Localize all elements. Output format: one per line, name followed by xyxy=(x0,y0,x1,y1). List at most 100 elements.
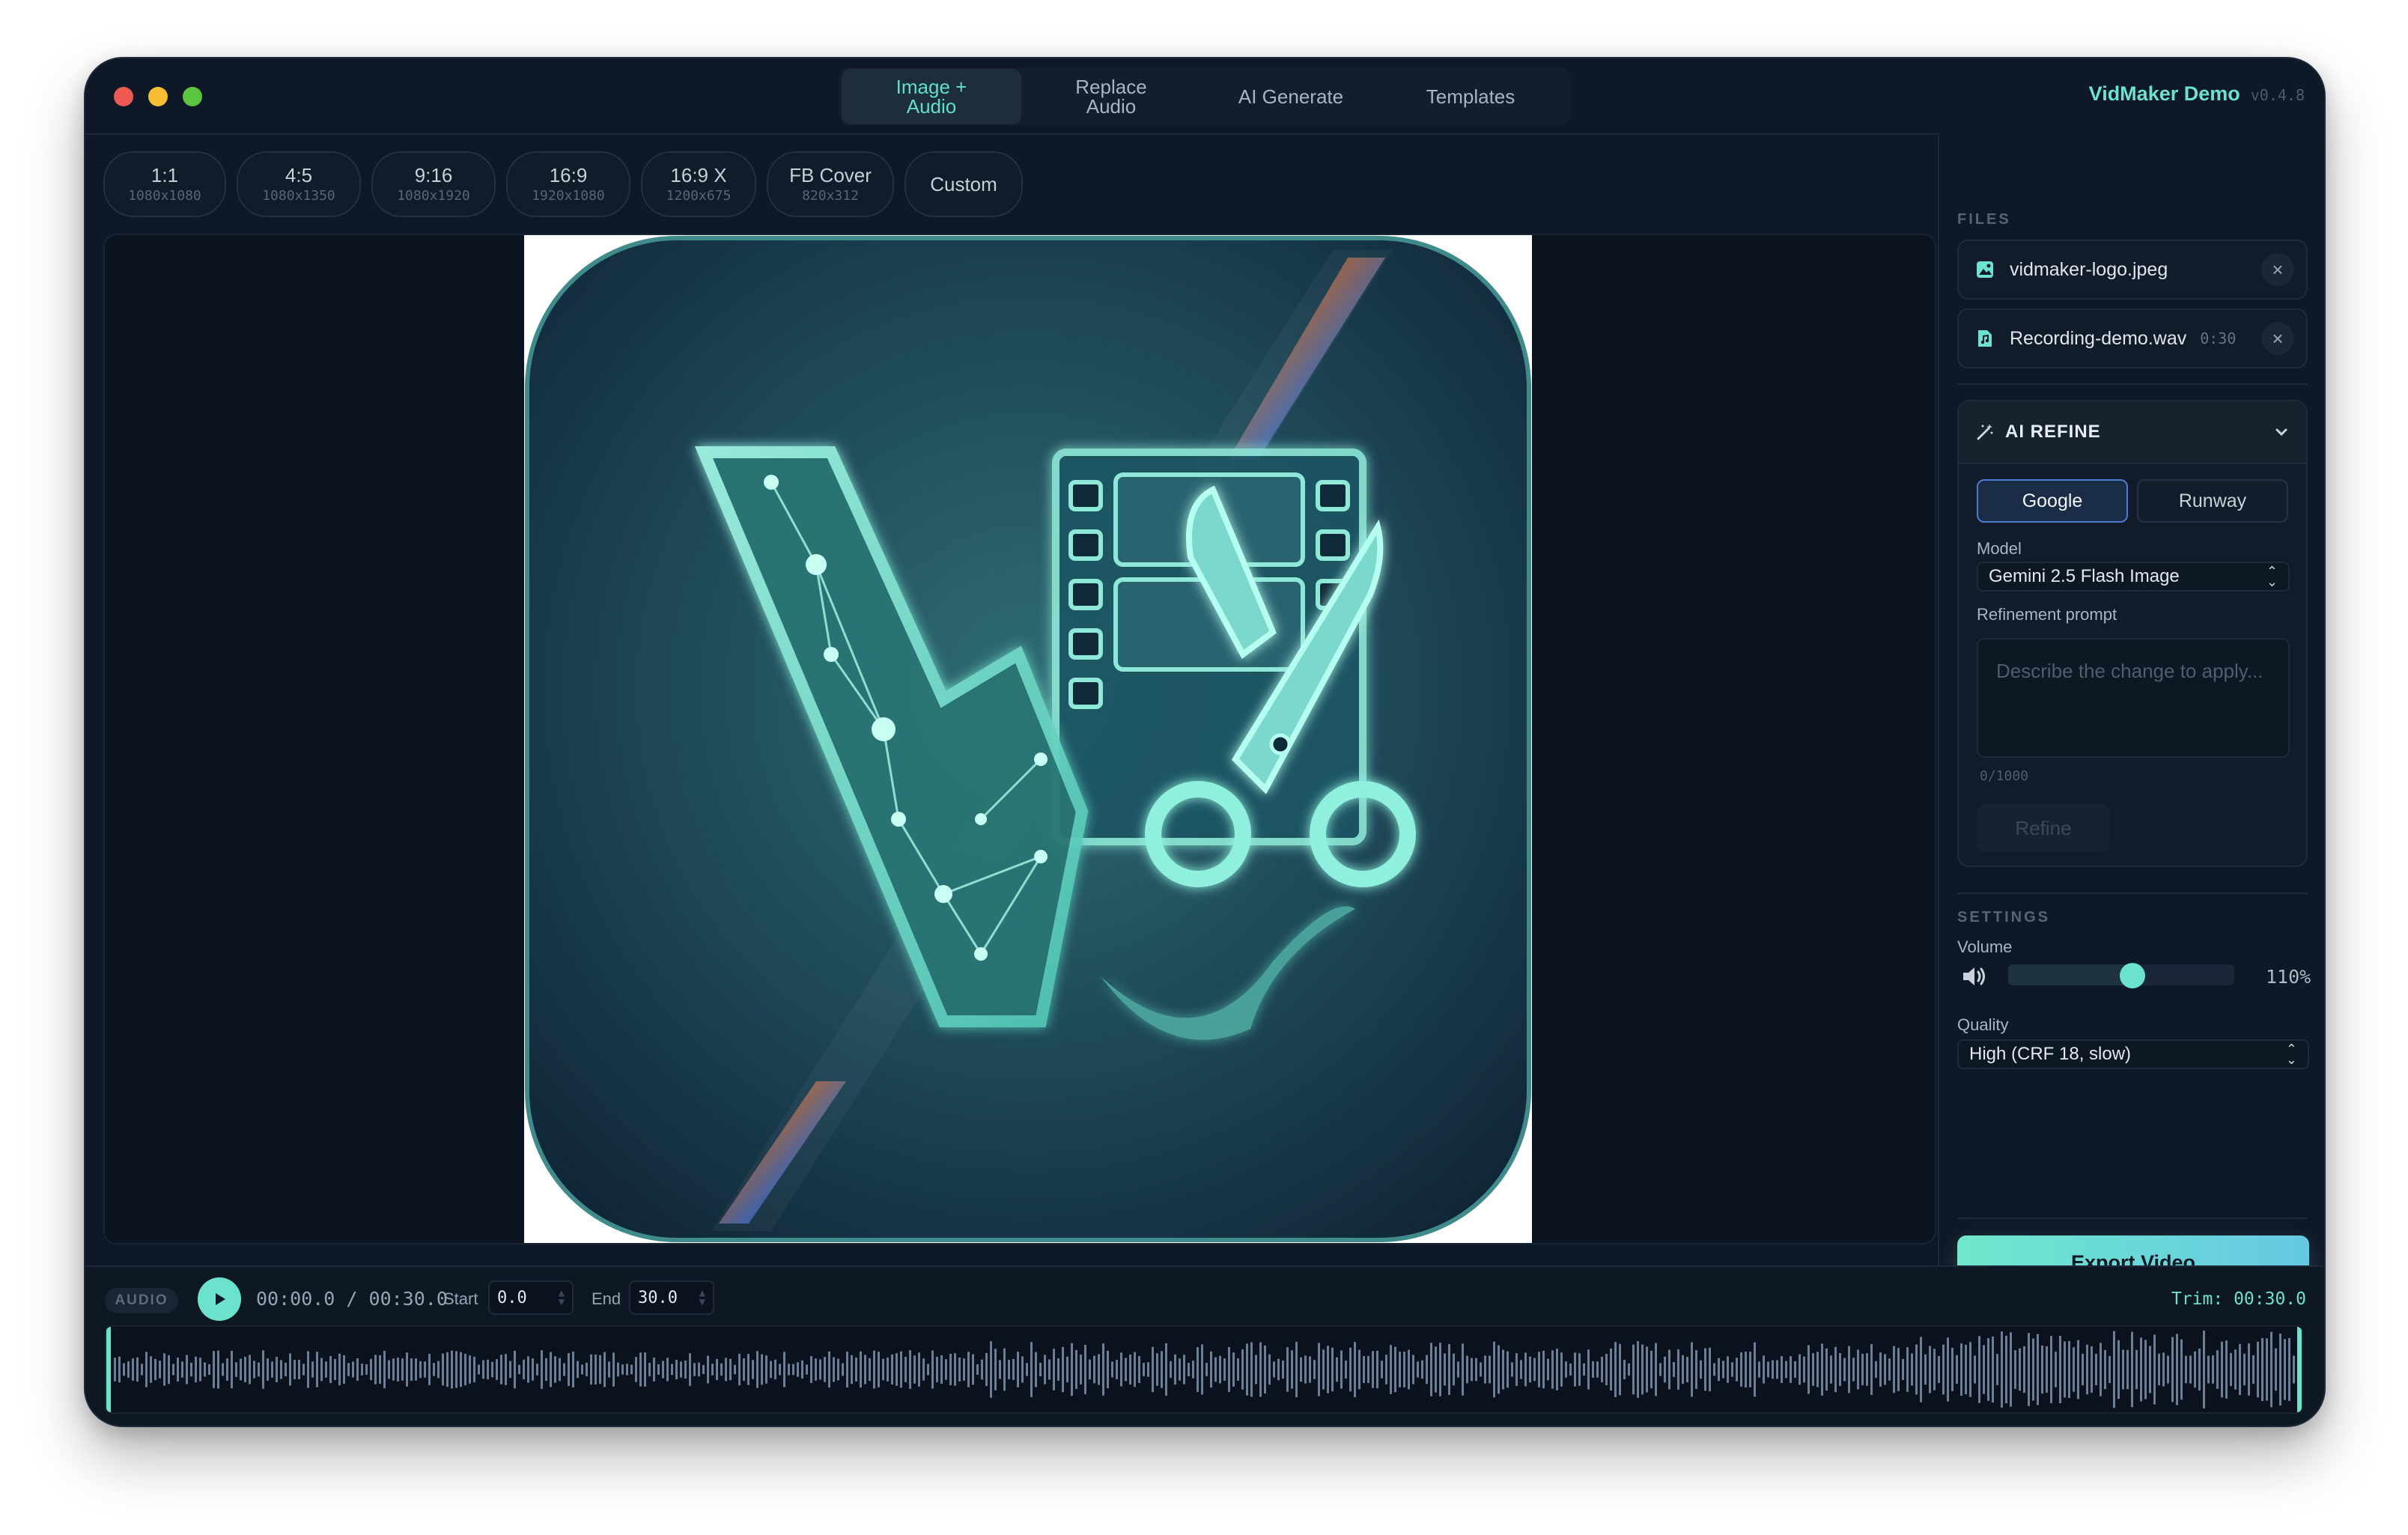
waveform-bar xyxy=(1529,1356,1531,1383)
quality-select[interactable]: High (CRF 18, slow) ⌃ ⌄ xyxy=(1957,1039,2309,1069)
ratio-label: 1:1 xyxy=(150,164,179,186)
tab-ai-generate[interactable]: AI Generate xyxy=(1201,69,1381,124)
waveform-bar xyxy=(1969,1342,1971,1397)
ratio-16-9-button[interactable]: 16:9 1920x1080 xyxy=(506,151,630,217)
waveform-bar xyxy=(873,1350,875,1389)
waveform-bar xyxy=(1385,1355,1387,1384)
waveform-bar xyxy=(1745,1352,1747,1387)
waveform-bar xyxy=(1709,1347,1711,1392)
waveform-bar xyxy=(1583,1363,1585,1376)
audio-timeline: AUDIO 00:00.0 / 00:30.0 Start 0.0 ▲ ▼ End… xyxy=(85,1265,2324,1426)
waveform-bar xyxy=(878,1352,880,1387)
refinement-prompt-input[interactable]: Describe the change to apply... xyxy=(1977,638,2290,758)
file-item[interactable]: vidmaker-logo.jpeg × xyxy=(1957,240,2308,300)
ratio-9-16-button[interactable]: 9:16 1080x1920 xyxy=(371,151,496,217)
spinner-icon[interactable]: ▲ ▼ xyxy=(559,1288,565,1307)
waveform-bar xyxy=(1439,1343,1441,1396)
waveform-bar xyxy=(446,1352,449,1387)
volume-slider-thumb[interactable] xyxy=(2120,963,2146,988)
waveform-bar xyxy=(774,1359,776,1380)
ratio-label: 16:9 X xyxy=(670,164,727,186)
waveform-bar xyxy=(177,1358,179,1382)
waveform-bar xyxy=(1713,1363,1715,1376)
waveform-bar xyxy=(702,1364,705,1375)
ratio-custom-button[interactable]: Custom xyxy=(904,151,1023,217)
waveform-bar xyxy=(927,1364,929,1376)
waveform-bar xyxy=(1268,1354,1271,1385)
play-button[interactable] xyxy=(198,1277,241,1321)
waveform-bar xyxy=(1929,1346,1931,1393)
waveform-bar xyxy=(1668,1349,1670,1390)
waveform-bar xyxy=(1138,1356,1140,1383)
ratio-16-9-x-button[interactable]: 16:9 X 1200x675 xyxy=(641,151,756,217)
waveform-bar xyxy=(316,1352,318,1387)
refine-button[interactable]: Refine xyxy=(1977,804,2110,852)
waveform-bar xyxy=(1381,1361,1383,1379)
waveform-bar xyxy=(132,1358,134,1381)
waveform-bar xyxy=(1493,1341,1495,1398)
waveform-bar xyxy=(433,1363,435,1376)
image-file-icon xyxy=(1977,261,1993,278)
waveform-bar xyxy=(2126,1349,2129,1390)
waveform-bar xyxy=(1610,1348,1612,1391)
close-icon[interactable]: × xyxy=(2261,322,2294,355)
waveform-bar xyxy=(2198,1348,2201,1391)
waveform-bar xyxy=(1412,1355,1414,1384)
waveform-bar xyxy=(612,1352,615,1387)
model-select[interactable]: Gemini 2.5 Flash Image ⌃ ⌄ xyxy=(1977,562,2290,592)
waveform[interactable] xyxy=(105,1325,2303,1414)
waveform-bar xyxy=(1686,1357,1688,1382)
preview-image xyxy=(524,235,1532,1243)
waveform-bar xyxy=(1066,1356,1068,1383)
start-input[interactable]: 0.0 ▲ ▼ xyxy=(488,1280,574,1315)
file-item[interactable]: Recording-demo.wav 0:30 × xyxy=(1957,308,2308,368)
waveform-bar xyxy=(352,1361,354,1378)
waveform-bar xyxy=(307,1351,309,1388)
waveform-bar xyxy=(2230,1352,2232,1387)
ratio-4-5-button[interactable]: 4:5 1080x1350 xyxy=(237,151,361,217)
waveform-bar xyxy=(1147,1362,1149,1377)
trim-handle[interactable] xyxy=(2297,1327,2302,1412)
tab-replace-audio[interactable]: Replace Audio xyxy=(1021,69,1201,124)
waveform-bar xyxy=(550,1352,552,1387)
waveform-bar xyxy=(684,1361,687,1379)
spinner-icon[interactable]: ▲ ▼ xyxy=(699,1288,705,1307)
close-icon[interactable]: × xyxy=(2261,253,2294,286)
waveform-bar xyxy=(1331,1347,1334,1392)
waveform-bar xyxy=(1915,1344,1918,1395)
waveform-bar xyxy=(271,1361,273,1378)
ai-refine-header[interactable]: AI REFINE xyxy=(1959,401,2306,464)
ratio-fb-cover-button[interactable]: FB Cover 820x312 xyxy=(767,151,894,217)
waveform-bar xyxy=(2284,1339,2286,1400)
maximize-window-button[interactable] xyxy=(183,87,202,106)
ratio-label: Custom xyxy=(930,173,997,195)
end-input[interactable]: 30.0 ▲ ▼ xyxy=(629,1280,714,1315)
waveform-bar xyxy=(1655,1343,1657,1396)
tab-templates[interactable]: Templates xyxy=(1381,69,1560,124)
waveform-bar xyxy=(298,1359,300,1380)
tab-image-audio[interactable]: Image + Audio xyxy=(842,69,1021,124)
waveform-bar xyxy=(1816,1352,1819,1387)
waveform-bar xyxy=(958,1357,961,1382)
waveform-bar xyxy=(1174,1354,1176,1385)
provider-runway-button[interactable]: Runway xyxy=(2137,479,2288,523)
chevron-down-icon[interactable] xyxy=(2273,424,2290,440)
minimize-window-button[interactable] xyxy=(148,87,168,106)
mode-tabs: Image + Audio Replace Audio AI Generate … xyxy=(839,67,1571,126)
waveform-bar xyxy=(190,1362,192,1377)
waveform-bar xyxy=(595,1355,597,1384)
waveform-bar xyxy=(518,1364,520,1375)
waveform-bar xyxy=(365,1364,368,1375)
waveform-bar xyxy=(828,1351,830,1388)
speaker-icon[interactable] xyxy=(1960,963,1987,990)
ratio-1-1-button[interactable]: 1:1 1080x1080 xyxy=(103,151,226,217)
volume-value: 110% xyxy=(2266,966,2311,988)
waveform-bar xyxy=(1897,1348,1900,1391)
volume-slider[interactable] xyxy=(2008,963,2234,988)
trim-handle[interactable] xyxy=(106,1327,111,1412)
waveform-bar xyxy=(1992,1336,1994,1403)
close-window-button[interactable] xyxy=(114,87,133,106)
provider-google-button[interactable]: Google xyxy=(1977,479,2128,523)
preview-area xyxy=(103,234,1936,1244)
waveform-bar xyxy=(639,1352,642,1387)
